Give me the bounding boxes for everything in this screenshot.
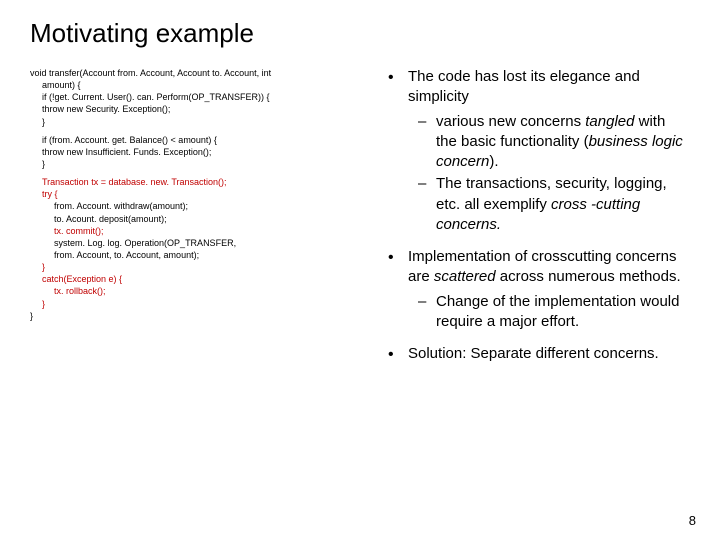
code-line: throw new Insufficient. Funds. Exception…	[30, 146, 360, 158]
text: various new concerns	[436, 113, 585, 130]
code-line: tx. commit();	[30, 225, 360, 237]
code-line: if (!get. Current. User(). can. Perform(…	[30, 91, 360, 103]
code-line: try {	[30, 188, 360, 200]
code-line: }	[30, 261, 360, 273]
code-line: system. Log. log. Operation(OP_TRANSFER,	[30, 237, 360, 249]
code-line: from. Account, to. Account, amount);	[30, 249, 360, 261]
code-line: catch(Exception e) {	[30, 273, 360, 285]
bullet-solution: Solution: Separate different concerns.	[380, 344, 690, 364]
code-line: }	[30, 158, 360, 170]
text: Change of the implementation would requi…	[436, 293, 680, 330]
code-line: amount) {	[30, 79, 360, 91]
bullet-scattered: Implementation of crosscutting concerns …	[380, 247, 690, 332]
page-number: 8	[689, 513, 696, 528]
code-line: to. Acount. deposit(amount);	[30, 213, 360, 225]
code-line: Transaction tx = database. new. Transact…	[30, 176, 360, 188]
code-line: from. Account. withdraw(amount);	[30, 200, 360, 212]
sub-bullet-change: Change of the implementation would requi…	[408, 292, 690, 333]
text-em: tangled	[585, 113, 634, 130]
code-column: void transfer(Account from. Account, Acc…	[30, 67, 360, 376]
bullet-elegance: The code has lost its elegance and simpl…	[380, 67, 690, 235]
code-line: }	[30, 116, 360, 128]
slide-title: Motivating example	[30, 18, 690, 49]
text-em: scattered	[434, 268, 496, 285]
code-line: tx. rollback();	[30, 285, 360, 297]
code-line: void transfer(Account from. Account, Acc…	[30, 67, 360, 79]
bullet-text: The code has lost its elegance and simpl…	[408, 68, 640, 105]
code-line: throw new Security. Exception();	[30, 103, 360, 115]
text: ).	[489, 153, 498, 170]
content-area: void transfer(Account from. Account, Acc…	[30, 67, 690, 376]
code-line: }	[30, 310, 360, 322]
sub-bullet-crosscutting: The transactions, security, logging, etc…	[408, 174, 690, 235]
explanation-column: The code has lost its elegance and simpl…	[380, 67, 690, 376]
code-line: }	[30, 298, 360, 310]
sub-bullet-tangled: various new concerns tangled with the ba…	[408, 112, 690, 173]
code-line: if (from. Account. get. Balance() < amou…	[30, 134, 360, 146]
text: across numerous methods.	[496, 268, 681, 285]
text: Solution: Separate different concerns.	[408, 345, 659, 362]
